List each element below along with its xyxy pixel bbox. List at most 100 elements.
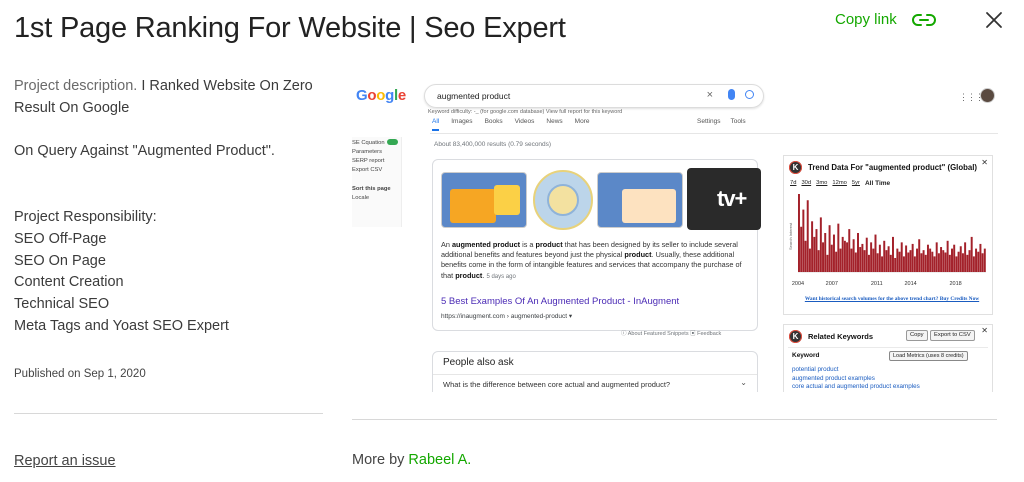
trend-bar — [804, 240, 807, 272]
trend-bar — [870, 242, 873, 272]
related-keywords-panel: K Related Keywords Copy Export to CSV ✕ … — [783, 324, 993, 392]
sidebar-toggle: SE Cquation — [352, 139, 401, 148]
trend-bar — [824, 233, 827, 272]
trend-range-2: 3mo — [816, 180, 828, 186]
trend-bar — [835, 251, 838, 272]
trend-bar — [922, 250, 925, 272]
people-also-ask: People also ask What is the difference b… — [432, 351, 758, 392]
keywords-everywhere-logo: K — [789, 330, 802, 343]
trend-bar — [894, 257, 897, 272]
tv-logo: tv+ — [717, 186, 747, 211]
result-url: https://inaugment.com › augmented-produc… — [441, 313, 573, 320]
tab-settings: Settings — [697, 118, 721, 125]
tab-all: All — [432, 118, 440, 131]
trend-bar — [817, 250, 820, 272]
x-tick-label: 2004 — [792, 281, 804, 287]
y-axis-label: Search Interest — [788, 222, 793, 250]
trend-bar — [815, 229, 818, 272]
project-details: Project description. I Ranked Website On… — [14, 76, 324, 337]
trend-bar — [848, 229, 851, 272]
featured-snippets-note: ⓘ About Featured Snippets ▣ Feedback — [621, 331, 722, 337]
clear-icon: × — [706, 89, 713, 101]
copy-link-button[interactable]: Copy link — [835, 11, 937, 28]
copy-link-label: Copy link — [835, 11, 897, 28]
responsibility-item: SEO Off-Page — [14, 230, 107, 247]
trend-bar — [867, 254, 870, 272]
related-keyword: augmented product examples — [792, 374, 875, 382]
project-title: 1st Page Ranking For Website | Seo Exper… — [14, 12, 566, 44]
trend-bar — [852, 239, 855, 272]
keywords-everywhere-logo: K — [789, 161, 802, 174]
trend-bar — [951, 248, 953, 272]
tab-more: More — [574, 118, 590, 125]
trend-bar — [826, 254, 829, 272]
trend-bar — [865, 237, 868, 272]
trend-bar — [964, 242, 967, 272]
author-link[interactable]: Rabeel A. — [408, 452, 471, 468]
trend-bar — [841, 236, 844, 272]
logo-letter: g — [385, 87, 394, 104]
trend-data-panel: K Trend Data For "augmented product" (Gl… — [783, 155, 993, 315]
trend-bar — [913, 256, 916, 272]
trend-bar — [839, 248, 842, 272]
divider — [433, 374, 757, 375]
trend-bar — [883, 240, 886, 272]
project-screenshot[interactable]: Google augmented product × Keyword diffi… — [352, 75, 998, 392]
trend-bar — [961, 253, 964, 272]
report-issue-link[interactable]: Report an issue — [14, 453, 116, 469]
tab-tools: Tools — [730, 118, 746, 125]
trend-bar — [933, 256, 936, 272]
related-keyword: core actual and augmented product exampl… — [792, 383, 920, 390]
load-metrics-button: Load Metrics (uses 8 credits) — [889, 351, 968, 361]
snippet-image — [533, 170, 593, 230]
trend-bar — [872, 248, 875, 272]
trend-bar — [975, 248, 978, 272]
trend-bar — [931, 251, 934, 272]
seo-extension-sidebar: SE Cquation Parameters SERP report Export … — [352, 137, 402, 227]
trend-bar — [944, 252, 947, 272]
trend-bar — [942, 250, 945, 272]
responsibility-item: Project Responsibility: — [14, 209, 157, 226]
sidebar-items: Parameters SERP report Export CSV — [352, 148, 401, 175]
trend-bar — [972, 256, 975, 272]
keyword-difficulty-line: Keyword difficulty: -_ (for google.com d… — [428, 109, 623, 115]
trend-bar — [898, 251, 901, 272]
more-by-label: More by — [352, 452, 409, 468]
trend-bar — [902, 256, 905, 272]
trend-bar — [878, 244, 881, 272]
trend-bar — [811, 221, 814, 272]
trend-bar — [850, 248, 853, 272]
link-icon — [911, 13, 936, 26]
search-icon — [745, 90, 754, 99]
trend-bar — [861, 243, 864, 272]
trend-bar — [854, 252, 857, 272]
trend-bar — [911, 243, 914, 272]
trend-bar — [935, 242, 938, 272]
trend-bar — [968, 250, 971, 272]
copy-button: Copy — [906, 330, 928, 341]
featured-snippet: tv+ An augmented product is a product th… — [432, 159, 761, 331]
trend-bar — [881, 256, 884, 272]
responsibility-item: Content Creation — [14, 274, 124, 291]
x-tick-label: 2007 — [826, 281, 838, 287]
trend-bar — [937, 253, 940, 272]
keyword-column-header: Keyword — [792, 352, 820, 359]
sidebar-item: SERP report — [352, 158, 385, 164]
trend-bar — [955, 256, 958, 272]
trend-bar — [918, 239, 921, 272]
trend-bar — [889, 254, 892, 272]
trend-bar — [909, 250, 912, 272]
divider — [788, 347, 988, 348]
trend-range-options: 7d 30d 3mo 12mo 5yr All Time — [790, 180, 890, 187]
trend-bar — [940, 247, 943, 272]
trend-bar — [863, 250, 866, 272]
divider — [14, 413, 323, 414]
trend-bar — [979, 243, 982, 272]
result-link: 5 Best Examples Of An Augmented Product … — [441, 296, 680, 307]
trend-title: Trend Data For "augmented product" (Glob… — [808, 163, 977, 172]
snippet-fragment: product — [455, 270, 483, 280]
responsibility-item: SEO On Page — [14, 252, 106, 269]
divider — [430, 133, 998, 134]
snippet-fragment: augmented product — [451, 240, 521, 249]
close-icon[interactable] — [984, 10, 1004, 30]
